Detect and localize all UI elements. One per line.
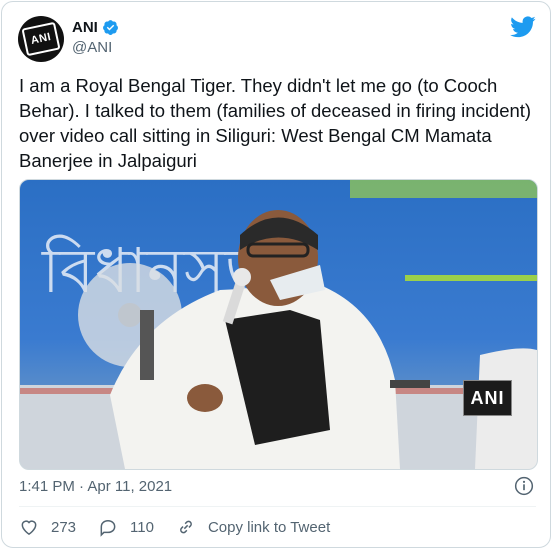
reply-count: 110 [130, 518, 154, 536]
author-handle[interactable]: @ANI [72, 39, 112, 56]
tweet-media-image[interactable]: বিধানসভা ANI [19, 179, 538, 470]
tweet-card: ANI ANI @ANI I am a Royal Bengal Tiger. … [1, 1, 551, 548]
reply-bubble-icon [100, 519, 116, 537]
twitter-bird-icon[interactable] [510, 16, 536, 38]
avatar[interactable]: ANI [18, 16, 64, 62]
tweet-timestamp[interactable]: 1:41 PM · Apr 11, 2021 [19, 478, 172, 495]
copy-link-button[interactable]: Copy link to Tweet [176, 517, 330, 537]
ani-watermark: ANI [463, 380, 512, 416]
tweet-text: I am a Royal Bengal Tiger. They didn't l… [19, 75, 532, 171]
verified-badge-icon [102, 20, 118, 35]
like-count: 273 [51, 518, 77, 536]
divider [19, 506, 536, 507]
copy-link-label: Copy link to Tweet [207, 518, 331, 536]
reply-button[interactable]: 110 [98, 517, 154, 537]
ani-logo: ANI [21, 21, 61, 57]
info-icon[interactable] [514, 476, 534, 496]
action-bar: 273 110 Copy link to Tweet [19, 517, 352, 537]
link-icon [180, 520, 192, 534]
author-name[interactable]: ANI [72, 19, 98, 36]
media-scene: বিধানসভা [20, 180, 537, 469]
heart-icon [21, 520, 37, 535]
author-row: ANI [72, 19, 119, 36]
like-button[interactable]: 273 [19, 517, 76, 537]
